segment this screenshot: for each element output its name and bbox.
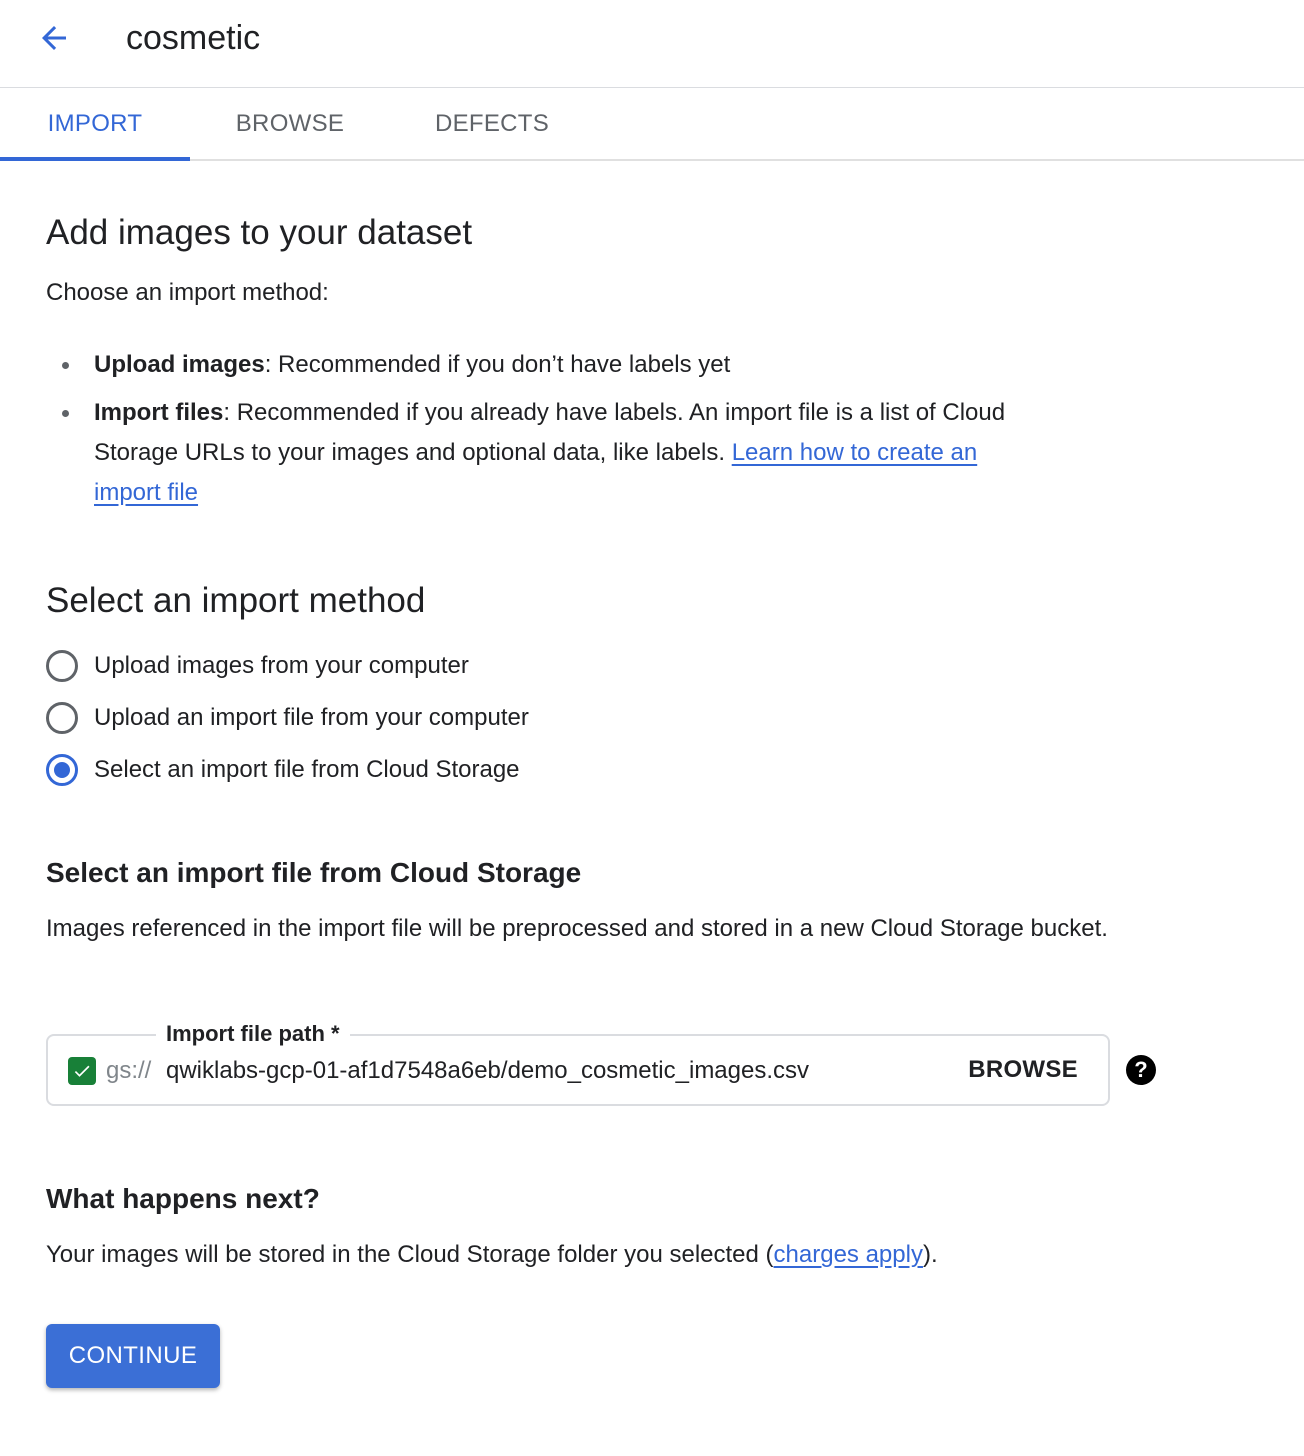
list-item-text: : Recommended if you don’t have labels y… <box>264 351 731 378</box>
radio-upload-images[interactable]: Upload images from your computer <box>46 648 469 684</box>
radio-unchecked-icon <box>46 702 78 734</box>
select-method-heading: Select an import method <box>46 581 426 620</box>
list-item: Upload images: Recommended if you don’t … <box>46 345 1026 385</box>
what-happens-next-heading: What happens next? <box>46 1183 320 1214</box>
radio-label: Upload images from your computer <box>94 652 469 679</box>
charges-apply-link[interactable]: charges apply <box>774 1241 923 1268</box>
tab-bar: IMPORT BROWSE DEFECTS <box>0 88 1304 161</box>
list-item-title: Upload images <box>94 351 265 378</box>
what-happens-next-text: Your images will be stored in the Cloud … <box>46 1235 938 1275</box>
back-button[interactable] <box>30 18 78 58</box>
page-heading: Add images to your dataset <box>46 213 473 252</box>
radio-checked-icon <box>46 754 78 786</box>
storage-note: Your images will be stored in the Cloud … <box>46 1241 774 1268</box>
field-label: Import file path * <box>156 1020 350 1048</box>
tab-import[interactable]: IMPORT <box>0 88 190 161</box>
import-method-prompt: Choose an import method: <box>46 279 329 306</box>
cloud-storage-heading: Select an import file from Cloud Storage <box>46 857 582 888</box>
list-item: Import files: Recommended if you already… <box>46 393 1026 513</box>
help-icon[interactable]: ? <box>1126 1055 1156 1085</box>
radio-cloud-storage[interactable]: Select an import file from Cloud Storage <box>46 752 520 788</box>
dataset-title: cosmetic <box>126 19 261 57</box>
radio-upload-import-file[interactable]: Upload an import file from your computer <box>46 700 529 736</box>
active-tab-indicator <box>0 157 190 161</box>
tab-defects[interactable]: DEFECTS <box>390 88 594 161</box>
check-icon <box>68 1057 96 1085</box>
storage-note-end: ). <box>922 1241 938 1268</box>
radio-unchecked-icon <box>46 650 78 682</box>
radio-label: Select an import file from Cloud Storage <box>94 756 520 783</box>
tab-browse[interactable]: BROWSE <box>190 88 390 161</box>
import-file-path-field: Import file path * gs:// BROWSE <box>46 1020 1110 1106</box>
import-method-list: Upload images: Recommended if you don’t … <box>46 345 1026 521</box>
list-item-title: Import files <box>94 399 224 426</box>
continue-button[interactable]: CONTINUE <box>46 1324 220 1388</box>
arrow-back-icon <box>42 26 66 50</box>
app-header: cosmetic <box>0 0 1304 88</box>
import-file-path-input[interactable] <box>166 1051 946 1091</box>
cloud-storage-description: Images referenced in the import file wil… <box>46 915 1108 942</box>
browse-button[interactable]: BROWSE <box>952 1050 1094 1090</box>
gs-prefix: gs:// <box>106 1057 152 1084</box>
radio-label: Upload an import file from your computer <box>94 704 529 731</box>
